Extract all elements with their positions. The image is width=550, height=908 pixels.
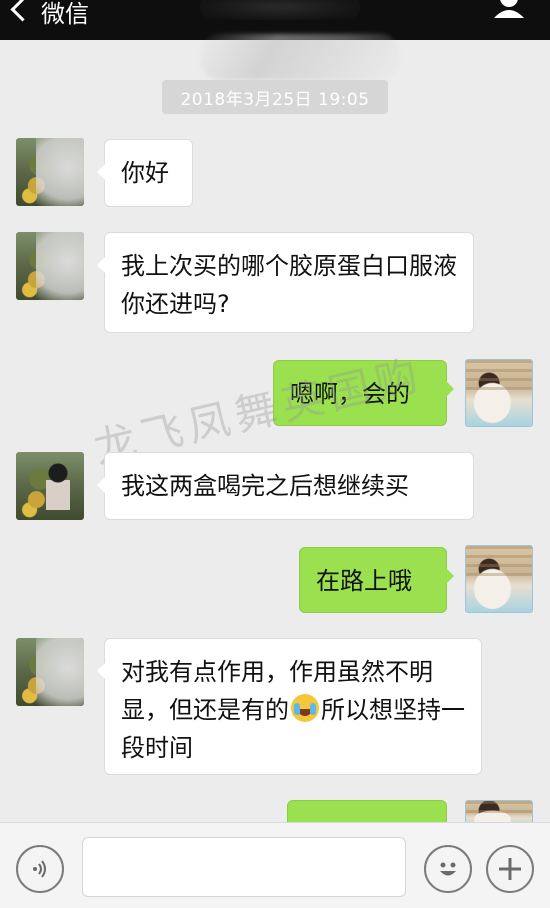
voice-icon bbox=[33, 860, 46, 878]
user-avatar[interactable] bbox=[465, 359, 533, 427]
contact-avatar[interactable] bbox=[16, 638, 84, 706]
contact-avatar[interactable] bbox=[16, 452, 84, 520]
message-timestamp: 2018年3月25日 19:05 bbox=[162, 80, 388, 114]
more-options-button[interactable] bbox=[486, 845, 534, 893]
smiley-icon bbox=[440, 862, 456, 876]
incoming-message: 你好 bbox=[97, 139, 193, 207]
chat-title-redacted bbox=[200, 0, 360, 20]
contact-avatar[interactable] bbox=[16, 232, 84, 300]
incoming-message: 我上次买的哪个胶原蛋白口服液你还进吗? bbox=[97, 232, 474, 333]
outgoing-message: 在路上哦 bbox=[299, 547, 454, 613]
contact-avatar[interactable] bbox=[16, 138, 84, 206]
message-input[interactable] bbox=[82, 837, 406, 897]
back-button[interactable]: 微信 bbox=[10, 0, 89, 28]
incoming-message: 我这两盒喝完之后想继续买 bbox=[97, 452, 474, 520]
message-text: 我这两盒喝完之后想继续买 bbox=[121, 472, 409, 500]
plus-icon bbox=[499, 858, 521, 880]
voice-input-button[interactable] bbox=[16, 845, 64, 893]
redaction-scribble bbox=[200, 34, 400, 80]
chat-input-bar bbox=[0, 822, 550, 908]
message-text: 在路上哦 bbox=[316, 567, 412, 595]
chevron-left-icon bbox=[10, 0, 35, 22]
crying-laughing-emoji-icon bbox=[291, 694, 319, 722]
back-label: 微信 bbox=[41, 0, 89, 28]
incoming-message: 对我有点作用，作用虽然不明显，但还是有的 所以想坚持一段时间 bbox=[97, 638, 482, 775]
contact-info-icon[interactable] bbox=[492, 0, 526, 18]
user-avatar[interactable] bbox=[465, 545, 533, 613]
message-text: 你好 bbox=[121, 159, 169, 187]
emoji-button[interactable] bbox=[424, 845, 472, 893]
message-text: 我上次买的哪个胶原蛋白口服液你还进吗? bbox=[121, 252, 457, 318]
